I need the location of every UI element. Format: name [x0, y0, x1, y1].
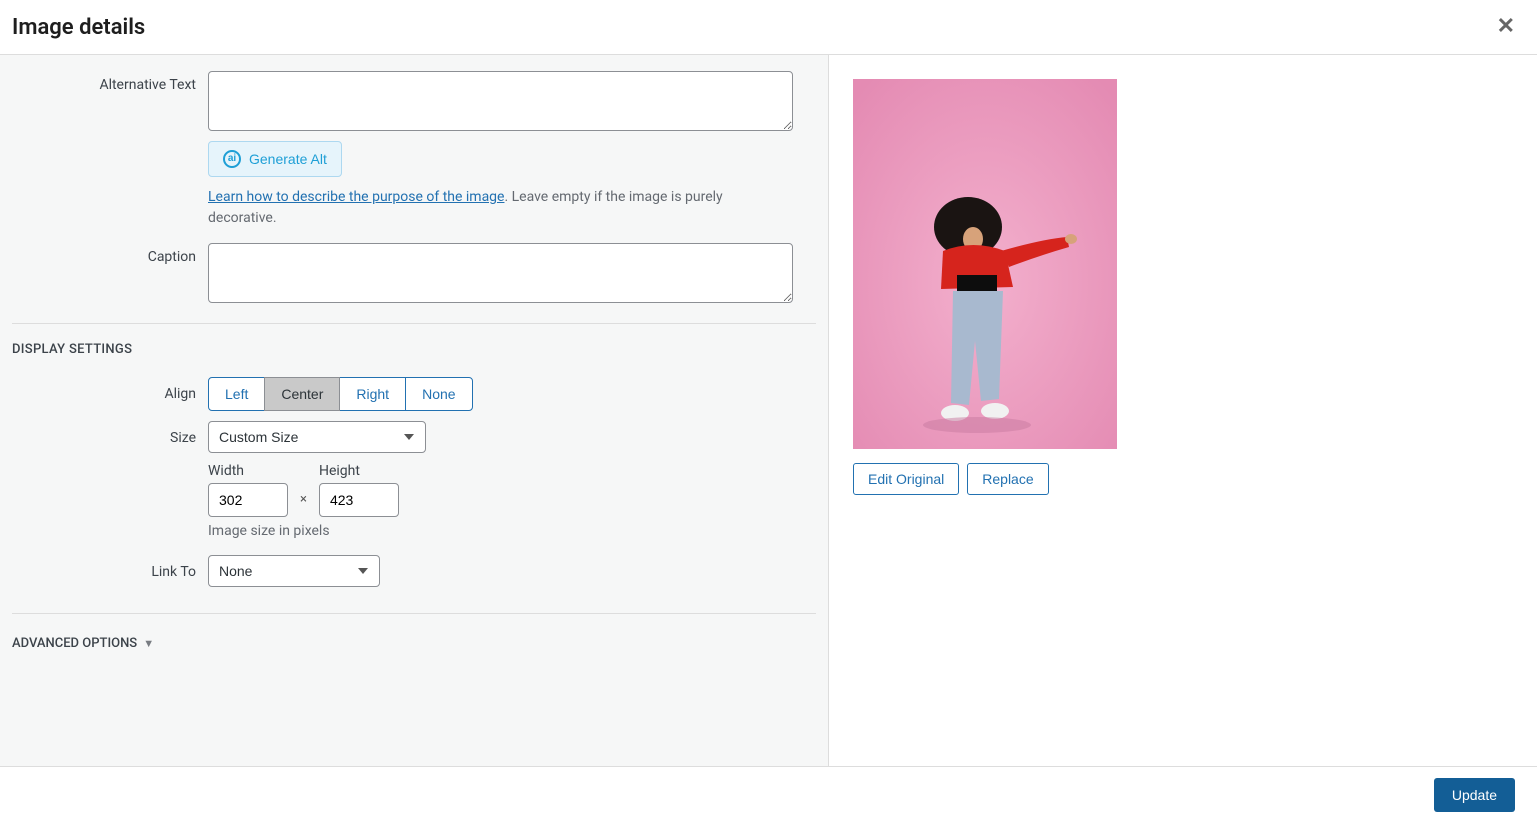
display-settings-title: DISPLAY SETTINGS	[12, 342, 816, 357]
width-input[interactable]	[208, 483, 288, 517]
settings-panel: Alternative Text ai Generate Alt Learn h…	[0, 55, 829, 767]
replace-button[interactable]: Replace	[967, 463, 1048, 495]
linkto-select[interactable]: None	[208, 555, 380, 587]
alt-text-input[interactable]	[208, 71, 793, 131]
alt-text-label: Alternative Text	[12, 71, 208, 93]
linkto-label: Link To	[12, 555, 208, 580]
dialog-footer: Update	[0, 766, 1537, 822]
image-preview	[853, 79, 1117, 449]
caption-label: Caption	[12, 243, 208, 265]
align-button-group: Left Center Right None	[208, 377, 473, 411]
preview-panel: Edit Original Replace	[829, 55, 1537, 767]
width-label: Width	[208, 463, 288, 479]
dimension-separator: ×	[300, 492, 307, 517]
caption-input[interactable]	[208, 243, 793, 303]
close-icon[interactable]: ✕	[1491, 12, 1521, 42]
size-label: Size	[12, 421, 208, 446]
height-input[interactable]	[319, 483, 399, 517]
align-center-button[interactable]: Center	[264, 377, 340, 411]
size-select[interactable]: Custom Size	[208, 421, 426, 453]
generate-alt-button[interactable]: ai Generate Alt	[208, 141, 342, 177]
advanced-options-label: ADVANCED OPTIONS	[12, 636, 137, 651]
chevron-down-icon: ▼	[143, 637, 154, 650]
ai-icon: ai	[223, 150, 241, 168]
advanced-options-toggle[interactable]: ADVANCED OPTIONS ▼	[12, 632, 816, 655]
alt-help-link[interactable]: Learn how to describe the purpose of the…	[208, 189, 504, 205]
align-label: Align	[12, 377, 208, 402]
update-button[interactable]: Update	[1434, 778, 1515, 812]
edit-original-button[interactable]: Edit Original	[853, 463, 959, 495]
align-right-button[interactable]: Right	[339, 377, 406, 411]
align-left-button[interactable]: Left	[208, 377, 265, 411]
height-label: Height	[319, 463, 399, 479]
generate-alt-label: Generate Alt	[249, 151, 327, 167]
dialog-title: Image details	[12, 15, 145, 40]
size-hint: Image size in pixels	[208, 523, 793, 539]
align-none-button[interactable]: None	[405, 377, 472, 411]
